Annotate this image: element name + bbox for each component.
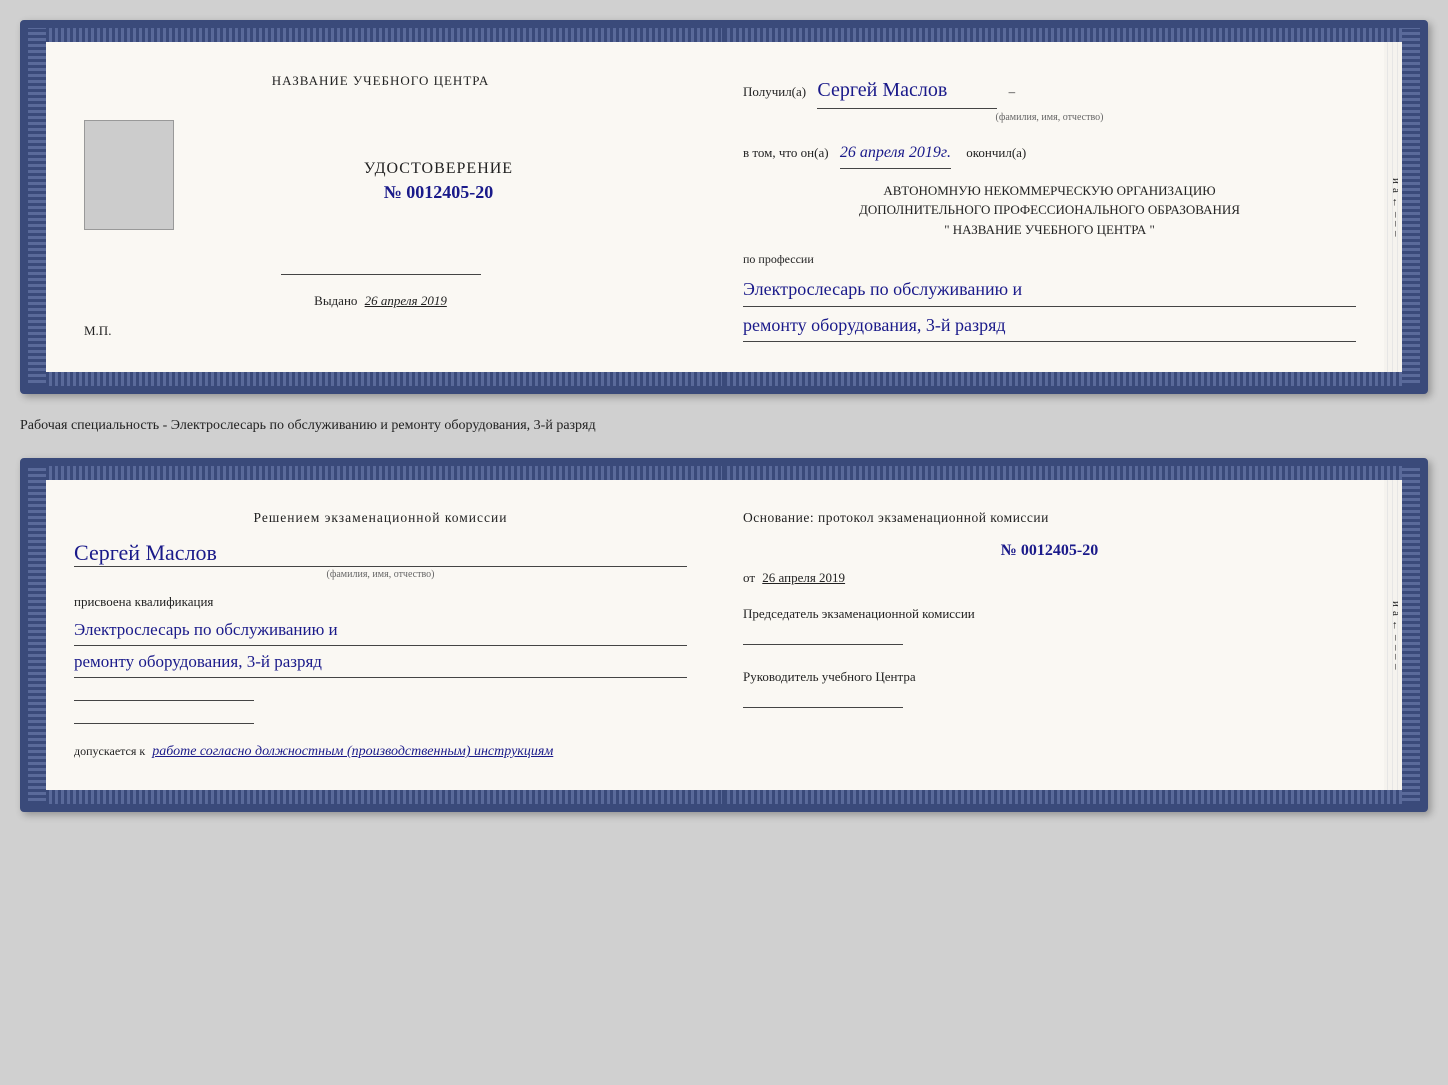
cert-book-inner-1: НАЗВАНИЕ УЧЕБНОГО ЦЕНТРА УДОСТОВЕРЕНИЕ №… — [46, 28, 1402, 386]
cert2-left-panel: Решением экзаменационной комиссии Сергей… — [46, 480, 715, 790]
sig-line-right-1 — [743, 644, 903, 645]
photo-placeholder — [84, 120, 174, 230]
right-stripe-1 — [1402, 28, 1420, 386]
predsedatel-label: Председатель экзаменационной комиссии — [743, 606, 1356, 622]
poluchil-prefix: Получил(а) — [743, 84, 806, 99]
ot-label: от — [743, 570, 755, 585]
vydano-label-1: Выдано — [314, 293, 357, 308]
vtom-date: 26 апреля 2019г. — [840, 139, 951, 169]
resheniem-label: Решением экзаменационной комиссии — [74, 510, 687, 526]
ot-date: от 26 апреля 2019 — [743, 570, 1356, 586]
number-value-1: 0012405-20 — [406, 182, 493, 202]
kvalif-line1: Электрослесарь по обслуживанию и — [74, 616, 687, 646]
udostoverenie-label: УДОСТОВЕРЕНИЕ — [364, 160, 513, 178]
vtom-prefix: в том, что он(а) — [743, 145, 829, 160]
vydano-date-1: 26 апреля 2019 — [365, 293, 447, 308]
top-stripe-1 — [46, 28, 1402, 42]
cert2-right-panel: Основание: протокол экзаменационной коми… — [715, 480, 1384, 790]
left-stripe — [28, 28, 46, 386]
certificate-book-2: Решением экзаменационной комиссии Сергей… — [20, 458, 1428, 812]
cert1-right-panel: Получил(а) Сергей Маслов – (фамилия, имя… — [715, 42, 1384, 372]
profession-line2: ремонту оборудования, 3-й разряд — [743, 311, 1356, 343]
sig-line-right-2 — [743, 707, 903, 708]
vtom-line: в том, что он(а) 26 апреля 2019г. окончи… — [743, 139, 1356, 169]
person-name-2: Сергей Маслов — [74, 540, 687, 567]
between-text: Рабочая специальность - Электрослесарь п… — [20, 412, 1428, 440]
kvalif-line2: ремонту оборудования, 3-й разряд — [74, 648, 687, 678]
rukovoditel-label: Руководитель учебного Центра — [743, 669, 1356, 685]
org-line3: " НАЗВАНИЕ УЧЕБНОГО ЦЕНТРА " — [743, 220, 1356, 240]
right-side-letters-2: и а ← – – – – — [1384, 480, 1402, 790]
top-stripe-2 — [46, 466, 1402, 480]
vydano-1: Выдано 26 апреля 2019 — [314, 293, 447, 309]
org-line2: ДОПОЛНИТЕЛЬНОГО ПРОФЕССИОНАЛЬНОГО ОБРАЗО… — [743, 200, 1356, 220]
profession-line1: Электрослесарь по обслуживанию и — [743, 275, 1356, 307]
recipient-name-1: Сергей Маслов — [817, 72, 997, 109]
page-wrapper: НАЗВАНИЕ УЧЕБНОГО ЦЕНТРА УДОСТОВЕРЕНИЕ №… — [20, 20, 1428, 812]
org-line1: АВТОНОМНУЮ НЕКОММЕРЧЕСКУЮ ОРГАНИЗАЦИЮ — [743, 181, 1356, 201]
signature-line-1 — [281, 274, 481, 275]
certificate-book-1: НАЗВАНИЕ УЧЕБНОГО ЦЕНТРА УДОСТОВЕРЕНИЕ №… — [20, 20, 1428, 394]
osnovanie-label: Основание: протокол экзаменационной коми… — [743, 510, 1356, 526]
prisvoena-label: присвоена квалификация — [74, 594, 687, 610]
cert-book-content-2: Решением экзаменационной комиссии Сергей… — [46, 480, 1402, 790]
dopusk-text: работе согласно должностным (производств… — [152, 744, 553, 759]
poluchil-line: Получил(а) Сергей Маслов – (фамилия, имя… — [743, 72, 1356, 127]
sig-line-left-1 — [74, 700, 254, 701]
dash-1: – — [1009, 84, 1016, 99]
right-side-letters-1: и а ← – – – — [1384, 42, 1402, 372]
dopuskaetsya-label: допускается к — [74, 744, 145, 758]
cert-book-inner-2: Решением экзаменационной комиссии Сергей… — [46, 466, 1402, 804]
ot-date-value: 26 апреля 2019 — [762, 570, 845, 585]
cert-number-1: № 0012405-20 — [384, 182, 494, 203]
right-stripe-2 — [1402, 466, 1420, 804]
okончил: окончил(а) — [966, 145, 1026, 160]
left-stripe-2 — [28, 466, 46, 804]
fio-hint-1: (фамилия, имя, отчество) — [743, 109, 1356, 127]
prot-number: № 0012405-20 — [743, 542, 1356, 560]
po-professii: по профессии — [743, 249, 1356, 271]
mp-label-1: М.П. — [84, 323, 111, 339]
org-block: АВТОНОМНУЮ НЕКОММЕРЧЕСКУЮ ОРГАНИЗАЦИЮ ДО… — [743, 181, 1356, 240]
school-name-1: НАЗВАНИЕ УЧЕБНОГО ЦЕНТРА — [272, 72, 489, 90]
cert1-left-panel: НАЗВАНИЕ УЧЕБНОГО ЦЕНТРА УДОСТОВЕРЕНИЕ №… — [46, 42, 715, 372]
number-prefix-1: № — [384, 182, 402, 202]
bottom-stripe-1 — [46, 372, 1402, 386]
sig-area-left-1 — [74, 700, 687, 724]
cert-book-content-1: НАЗВАНИЕ УЧЕБНОГО ЦЕНТРА УДОСТОВЕРЕНИЕ №… — [46, 42, 1402, 372]
dopuskaetsya-block: допускается к работе согласно должностны… — [74, 744, 687, 760]
bottom-stripe-2 — [46, 790, 1402, 804]
fio-hint-2: (фамилия, имя, отчество) — [74, 569, 687, 580]
sig-line-left-2 — [74, 723, 254, 724]
